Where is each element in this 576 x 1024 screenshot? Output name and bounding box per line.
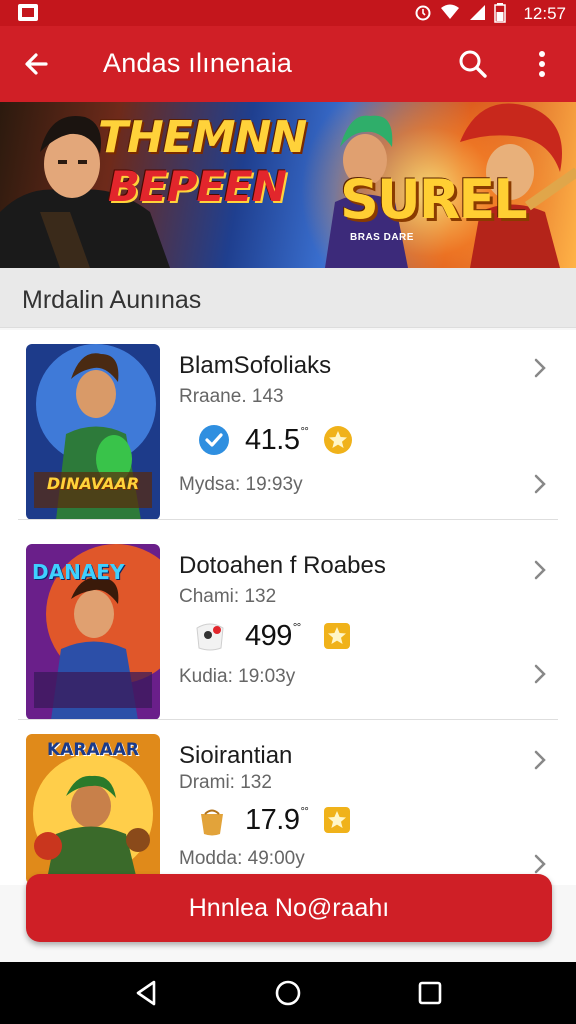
signal-icon [470,5,485,20]
game-meta: Modda: 49:00y [179,848,305,869]
rating-number: 499 [245,620,292,652]
star-icon [324,807,350,833]
verified-check-icon [199,425,229,455]
primary-action-button[interactable]: Hnnlea No@raahı [26,874,552,942]
rating-value: 499°° [245,620,301,653]
thumbnail-text: DINAVAAR [46,474,140,493]
star-icon [324,426,352,454]
list-item[interactable]: KARAAAR Sioirantian Drami: 132 17.9°° Mo… [0,720,576,885]
game-title[interactable]: Dotoahen f Roabes [179,552,386,580]
game-thumbnail[interactable]: DANAEY [26,544,160,720]
game-list: DINAVAAR BlamSofoliaks Rraane. 143 41.5°… [0,330,576,885]
game-subtitle: Rraane. 143 [179,386,284,407]
game-thumbnail[interactable]: KARAAAR [26,734,160,884]
chevron-right-icon[interactable] [530,558,550,582]
section-header: Mrdalin Aunınas [0,268,576,328]
banner-title-right: SUREL [340,168,528,231]
list-item[interactable]: DINAVAAR BlamSofoliaks Rraane. 143 41.5°… [0,330,576,520]
rating-value: 41.5°° [245,424,309,457]
rating-sup: °° [300,806,309,818]
wifi-icon [441,4,459,19]
banner-title-line1: THEMNN [98,112,307,163]
list-item[interactable]: DANAEY Dotoahen f Roabes Chami: 132 499°… [0,530,576,720]
rating-value: 17.9°° [245,804,309,837]
page-title: Andas ılınenaia [103,48,293,78]
game-thumbnail[interactable]: DINAVAAR [26,344,160,520]
chevron-right-icon[interactable] [530,472,550,496]
game-meta: Mydsa: 19:93y [179,474,303,495]
rating-sup: °° [292,622,301,634]
alarm-icon [415,5,431,21]
chevron-right-icon[interactable] [530,852,550,876]
game-subtitle: Drami: 132 [179,772,272,793]
rating-number: 17.9 [245,804,300,836]
rating-number: 41.5 [245,424,300,456]
arrow-left-icon[interactable] [20,46,56,82]
rating-sup: °° [300,426,309,438]
pouch-icon [201,809,223,836]
banner-title-line2: BEPEEN [108,162,287,211]
star-icon [324,623,350,649]
thumbnail-text: KARAAAR [47,740,139,760]
back-triangle-icon[interactable] [132,978,162,1008]
game-title[interactable]: BlamSofoliaks [179,352,331,380]
battery-icon [494,3,506,23]
status-bar: 12:57 [0,0,576,26]
game-thumbnail-art [26,344,160,520]
app-icon [18,4,38,21]
chevron-right-icon[interactable] [530,748,550,772]
section-title: Mrdalin Aunınas [22,286,202,314]
search-icon[interactable] [455,46,491,82]
recents-square-icon[interactable] [415,978,445,1008]
status-time: 12:57 [523,4,566,23]
more-vertical-icon[interactable] [528,46,556,82]
thumbnail-text: DANAEY [32,560,125,584]
system-nav-bar [0,962,576,1024]
banner-small-text: BRAS DARE [350,232,414,243]
chevron-right-icon[interactable] [530,356,550,380]
app-screen: 12:57 Andas ılınenaia THEMNN BEPEEN SURE… [0,0,576,1024]
sticker-icon [196,623,224,651]
chevron-right-icon[interactable] [530,662,550,686]
row-divider [18,519,558,520]
promo-banner[interactable]: THEMNN BEPEEN SUREL BRAS DARE [0,102,576,268]
game-subtitle: Chami: 132 [179,586,277,607]
game-meta: Kudia: 19:03y [179,666,296,687]
home-circle-icon[interactable] [273,978,303,1008]
status-icons [414,3,506,23]
game-title[interactable]: Sioirantian [179,742,292,770]
app-bar: Andas ılınenaia [0,26,576,102]
